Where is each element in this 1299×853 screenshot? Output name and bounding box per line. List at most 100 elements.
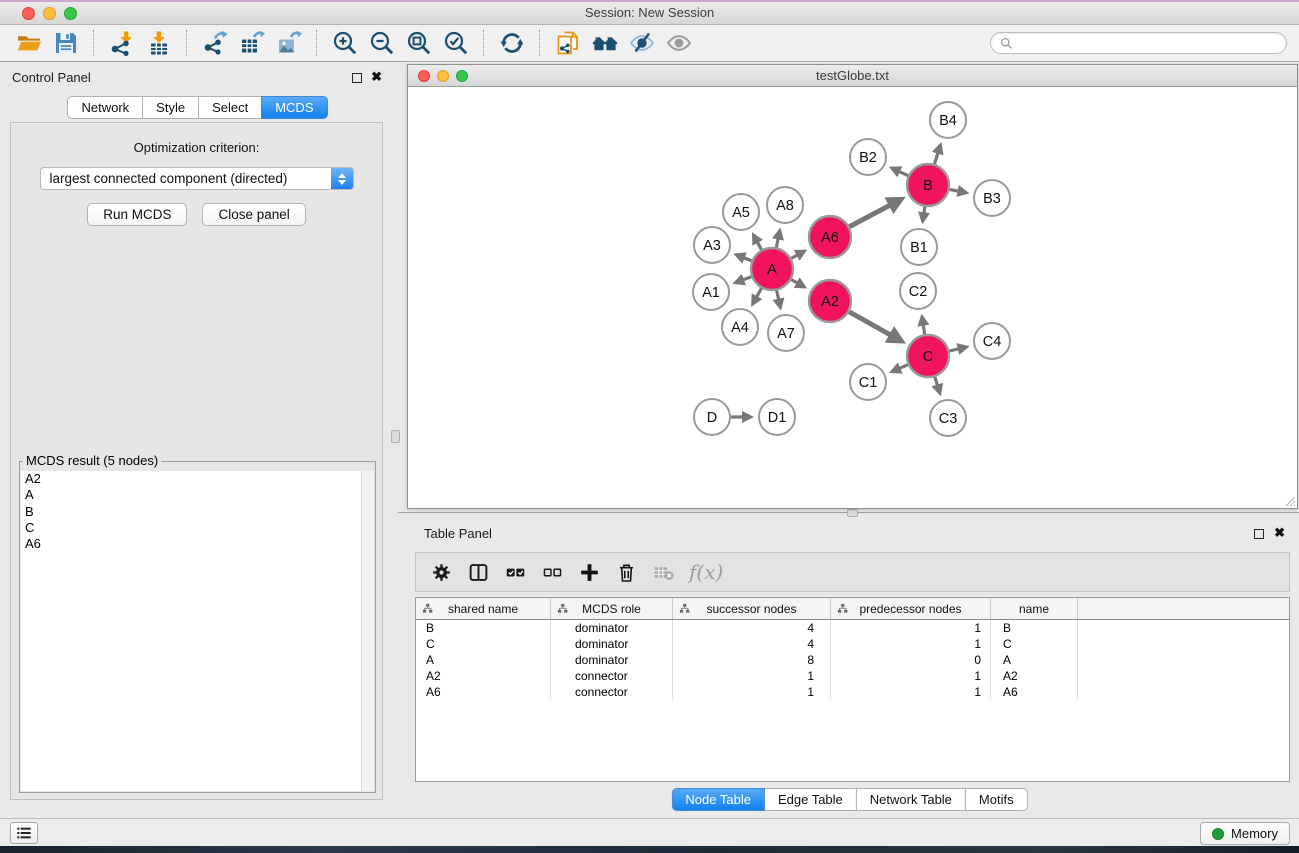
mcds-result-item[interactable]: A <box>21 487 361 503</box>
table-row[interactable]: A6connector11A6 <box>416 684 1289 700</box>
table-cell[interactable]: dominator <box>551 652 673 668</box>
table-row[interactable]: Bdominator41B <box>416 620 1289 636</box>
graph-node-B4[interactable]: B4 <box>930 102 966 138</box>
graph-edge-B-B2[interactable] <box>892 168 909 176</box>
table-cell[interactable]: A <box>991 652 1078 668</box>
table-cell[interactable]: A <box>416 652 551 668</box>
optimization-dropdown[interactable]: largest connected component (directed) <box>40 167 354 190</box>
zoom-fit-button[interactable] <box>400 28 437 59</box>
close-panel-button[interactable]: Close panel <box>202 203 305 226</box>
float-panel-icon[interactable] <box>352 73 362 83</box>
import-network-button[interactable] <box>103 28 140 59</box>
apply-layout-button[interactable] <box>493 28 530 59</box>
graph-edge-A-A1[interactable] <box>735 277 751 283</box>
tab-mcds[interactable]: MCDS <box>261 96 327 119</box>
table-cell[interactable]: 1 <box>831 684 991 700</box>
table-cell[interactable]: dominator <box>551 636 673 652</box>
export-image-button[interactable] <box>270 28 307 59</box>
table-cell[interactable]: C <box>991 636 1078 652</box>
table-cell[interactable]: A6 <box>991 684 1078 700</box>
run-mcds-button[interactable]: Run MCDS <box>87 203 187 226</box>
graph-edge-C-C4[interactable] <box>949 347 966 351</box>
table-cell[interactable]: 4 <box>673 636 831 652</box>
search-box[interactable] <box>990 32 1287 54</box>
network-maximize-button[interactable] <box>456 70 468 82</box>
table-cell[interactable]: 8 <box>673 652 831 668</box>
result-list-scrollbar[interactable] <box>361 471 374 791</box>
table-cell[interactable]: A2 <box>991 668 1078 684</box>
table-row[interactable]: Cdominator41C <box>416 636 1289 652</box>
graph-edge-A-A2[interactable] <box>791 280 804 287</box>
select-all-button[interactable] <box>500 557 531 587</box>
graph-edge-C-C2[interactable] <box>922 317 925 335</box>
export-table-button[interactable] <box>233 28 270 59</box>
network-graph[interactable]: B4B2BB3B1A5A8A6A3AA1A2C2A4A7CC4C1C3DD1 <box>408 87 1297 508</box>
table-panel-close-icon[interactable]: ✖ <box>1274 525 1285 541</box>
graph-node-A7[interactable]: A7 <box>768 315 804 351</box>
table-cell[interactable]: 1 <box>831 620 991 636</box>
table-cell[interactable]: 1 <box>831 668 991 684</box>
graph-node-A3[interactable]: A3 <box>694 227 730 263</box>
table-panel-float-icon[interactable] <box>1254 529 1264 539</box>
table-tab-node-table[interactable]: Node Table <box>671 788 765 811</box>
column-header-name[interactable]: name <box>991 598 1078 619</box>
table-tab-motifs[interactable]: Motifs <box>965 788 1028 811</box>
close-window-button[interactable] <box>22 7 35 20</box>
graph-edge-A6-B[interactable] <box>849 199 901 227</box>
maximize-window-button[interactable] <box>64 7 77 20</box>
show-columns-button[interactable] <box>463 557 494 587</box>
table-cell[interactable]: connector <box>551 684 673 700</box>
graph-node-C1[interactable]: C1 <box>850 364 886 400</box>
tab-select[interactable]: Select <box>198 96 262 119</box>
graph-node-A4[interactable]: A4 <box>722 309 758 345</box>
close-panel-icon[interactable]: ✖ <box>371 69 382 85</box>
table-cell[interactable]: B <box>416 620 551 636</box>
table-cell[interactable]: 1 <box>673 684 831 700</box>
network-canvas[interactable]: B4B2BB3B1A5A8A6A3AA1A2C2A4A7CC4C1C3DD1 <box>408 87 1297 508</box>
table-cell[interactable]: 0 <box>831 652 991 668</box>
graph-node-A8[interactable]: A8 <box>767 187 803 223</box>
show-hide-panels-button[interactable] <box>10 822 38 844</box>
minimize-window-button[interactable] <box>43 7 56 20</box>
deselect-all-button[interactable] <box>537 557 568 587</box>
graph-edge-B-B4[interactable] <box>935 145 941 164</box>
table-cell[interactable]: 1 <box>673 668 831 684</box>
graph-node-C3[interactable]: C3 <box>930 400 966 436</box>
graph-edge-A2-C[interactable] <box>849 312 902 342</box>
column-header-predecessor-nodes[interactable]: predecessor nodes <box>831 598 991 619</box>
zoom-selected-button[interactable] <box>437 28 474 59</box>
vertical-splitter-handle[interactable] <box>391 430 400 443</box>
graph-node-B[interactable]: B <box>907 164 949 206</box>
graph-edge-B-B3[interactable] <box>950 189 967 192</box>
mcds-result-item[interactable]: B <box>21 504 361 520</box>
graph-node-A1[interactable]: A1 <box>693 274 729 310</box>
graph-node-D1[interactable]: D1 <box>759 399 795 435</box>
graph-edge-C-C3[interactable] <box>935 377 940 393</box>
graph-edge-A-A4[interactable] <box>753 288 762 304</box>
graph-node-A6[interactable]: A6 <box>809 216 851 258</box>
save-session-button[interactable] <box>47 28 84 59</box>
graph-edge-A-A8[interactable] <box>776 231 779 248</box>
column-header-successor-nodes[interactable]: successor nodes <box>673 598 831 619</box>
graph-node-C4[interactable]: C4 <box>974 323 1010 359</box>
network-minimize-button[interactable] <box>437 70 449 82</box>
graph-node-C2[interactable]: C2 <box>900 273 936 309</box>
table-cell[interactable]: B <box>991 620 1078 636</box>
delete-columns-button[interactable] <box>611 557 642 587</box>
tab-network[interactable]: Network <box>67 96 143 119</box>
graph-node-C[interactable]: C <box>907 335 949 377</box>
graph-node-A2[interactable]: A2 <box>809 280 851 322</box>
tab-style[interactable]: Style <box>142 96 199 119</box>
column-header-shared-name[interactable]: shared name <box>416 598 551 619</box>
graph-edge-A-A7[interactable] <box>777 291 781 308</box>
graph-node-D[interactable]: D <box>694 399 730 435</box>
table-mode-button[interactable] <box>426 557 457 587</box>
table-tab-edge-table[interactable]: Edge Table <box>764 788 857 811</box>
table-tab-network-table[interactable]: Network Table <box>856 788 966 811</box>
table-cell[interactable]: connector <box>551 668 673 684</box>
graph-node-B3[interactable]: B3 <box>974 180 1010 216</box>
open-session-button[interactable] <box>10 28 47 59</box>
graph-edge-C-C1[interactable] <box>892 365 908 372</box>
graph-edge-B-B1[interactable] <box>923 207 925 222</box>
table-row[interactable]: A2connector11A2 <box>416 668 1289 684</box>
